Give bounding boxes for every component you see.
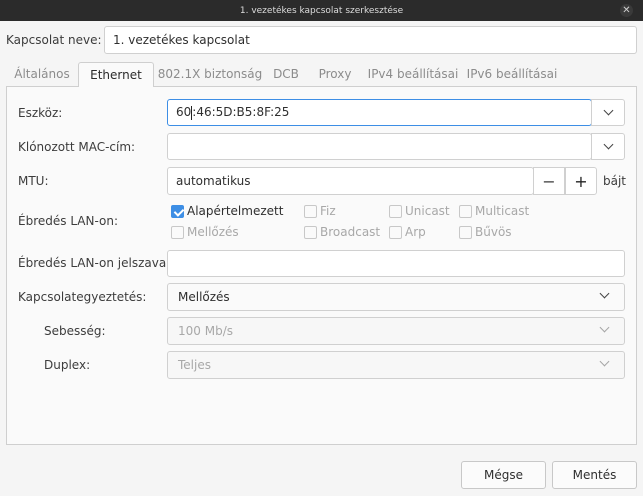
wol-password-input[interactable] [167,250,625,277]
chevron-down-icon [603,139,613,150]
negotiation-value: Mellőzés [178,290,230,304]
chevron-down-icon [599,288,610,299]
device-value: 60:46:5D:B5:8F:25 [176,105,290,120]
connection-name-label: Kapcsolat neve: [6,33,102,47]
device-input[interactable]: 60:46:5D:B5:8F:25 [167,99,592,126]
cloned-mac-input[interactable] [167,133,592,160]
mtu-decrement-button[interactable]: − [533,167,565,195]
minus-icon: − [542,171,556,191]
wol-ignore-label: Mellőzés [187,225,239,239]
cloned-mac-dropdown-button[interactable] [591,133,625,160]
wol-label: Ébredés LAN-on: [18,214,119,228]
chevron-down-icon [599,356,610,367]
tab-bar: Általános Ethernet 802.1X biztonság DCB … [6,62,637,88]
tab-ipv6-settings[interactable]: IPv6 beállításai [462,62,562,87]
tab-ethernet[interactable]: Ethernet [78,62,154,88]
chevron-down-icon [603,105,613,116]
wol-unicast-checkbox[interactable] [389,205,402,218]
wol-phy-checkbox[interactable] [304,205,317,218]
negotiation-dropdown[interactable]: Mellőzés [167,283,625,311]
connection-name-input[interactable]: 1. vezetékes kapcsolat [104,26,637,54]
cancel-button-label: Mégse [484,468,523,482]
mtu-unit: bájt [603,174,627,188]
wol-magic-checkbox[interactable] [459,226,472,239]
tab-8021x-security[interactable]: 802.1X biztonság [154,62,266,87]
duplex-label: Duplex: [44,358,91,372]
mtu-label: MTU: [18,174,49,188]
window-title: 1. vezetékes kapcsolat szerkesztése [239,5,404,16]
wol-multicast-label: Multicast [475,204,530,218]
cloned-mac-label: Klónozott MAC-cím: [18,140,136,154]
connection-name-value: 1. vezetékes kapcsolat [113,33,250,47]
wol-multicast-checkbox[interactable] [459,205,472,218]
save-button[interactable]: Mentés [552,461,637,489]
plus-icon: + [574,171,588,191]
wol-password-label: Ébredés LAN-on jelszava: [18,256,171,270]
wol-arp-checkbox[interactable] [389,226,402,239]
chevron-down-icon [599,322,610,333]
wol-default-checkbox[interactable] [171,205,184,218]
cancel-button[interactable]: Mégse [461,461,546,489]
wol-broadcast-label: Broadcast [320,225,381,239]
device-dropdown-button[interactable] [591,99,625,126]
mtu-increment-button[interactable]: + [565,167,597,195]
wol-phy-label: Fiz [320,204,336,218]
tab-proxy[interactable]: Proxy [306,62,364,87]
device-label: Eszköz: [18,106,63,120]
mtu-value: automatikus [176,174,251,188]
negotiation-label: Kapcsolategyeztetés: [18,290,147,304]
speed-dropdown[interactable]: 100 Mb/s [167,317,625,345]
duplex-value: Teljes [178,358,211,372]
duplex-dropdown[interactable]: Teljes [167,351,625,379]
wol-broadcast-checkbox[interactable] [304,226,317,239]
speed-label: Sebesség: [44,324,106,338]
tab-ipv4-settings[interactable]: IPv4 beállításai [364,62,462,87]
window-titlebar: 1. vezetékes kapcsolat szerkesztése ✕ [0,0,643,21]
wol-magic-label: Bűvös [475,225,512,239]
tab-general[interactable]: Általános [6,62,78,87]
wol-ignore-checkbox[interactable] [171,226,184,239]
wol-arp-label: Arp [405,225,426,239]
speed-value: 100 Mb/s [178,324,233,338]
tab-dcb[interactable]: DCB [266,62,306,87]
mtu-input[interactable]: automatikus [167,167,534,195]
wol-unicast-label: Unicast [405,204,450,218]
close-icon[interactable]: ✕ [620,4,633,17]
save-button-label: Mentés [572,468,617,482]
wol-default-label: Alapértelmezett [187,204,284,218]
